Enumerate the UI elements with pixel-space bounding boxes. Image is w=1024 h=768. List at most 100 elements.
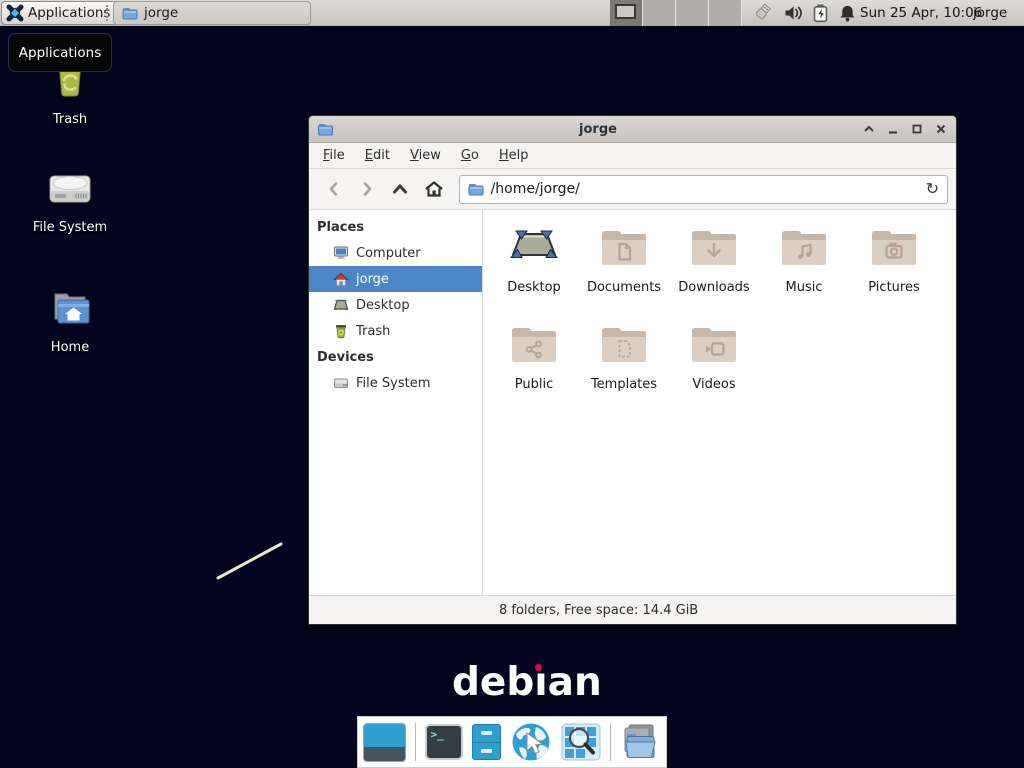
- menu-file[interactable]: File: [315, 145, 353, 166]
- notifications-bell-icon[interactable]: [838, 3, 857, 23]
- panel-clock[interactable]: Sun 25 Apr, 10:06: [860, 0, 982, 26]
- workspace-2[interactable]: [643, 0, 676, 26]
- pager-window-preview: [615, 4, 636, 19]
- top-panel: Applications jorge: [0, 0, 1024, 26]
- minimize-button[interactable]: [886, 122, 900, 136]
- sidebar-item-filesystem[interactable]: File System: [309, 370, 482, 396]
- web-browser-button[interactable]: [510, 721, 552, 763]
- workspace-3[interactable]: [676, 0, 709, 26]
- reload-icon[interactable]: ↻: [926, 181, 939, 197]
- file-cabinet-button[interactable]: [472, 724, 501, 760]
- home-button[interactable]: [417, 174, 450, 204]
- templates-folder-icon: [600, 321, 648, 373]
- dock: >_: [357, 716, 667, 768]
- forward-button[interactable]: [350, 174, 383, 204]
- window-titlebar[interactable]: jorge: [309, 116, 956, 143]
- workspace-4[interactable]: [709, 0, 742, 26]
- path-input[interactable]: /home/jorge/: [491, 181, 919, 197]
- sidebar-item-desktop[interactable]: Desktop: [309, 292, 482, 318]
- videos-folder-icon: [690, 321, 738, 373]
- statusbar-text: 8 folders, Free space: 14.4 GiB: [499, 603, 698, 618]
- desktop-icon-label: Home: [22, 340, 118, 355]
- removable-media-icon[interactable]: [750, 2, 774, 24]
- location-bar[interactable]: /home/jorge/ ↻: [459, 175, 948, 204]
- trash-icon: [333, 323, 349, 339]
- desktop-special-icon: [510, 224, 558, 276]
- folder-item-public[interactable]: Public: [489, 321, 579, 418]
- menu-help[interactable]: Help: [491, 145, 537, 166]
- maximize-button[interactable]: [910, 122, 924, 136]
- music-folder-icon: [780, 224, 828, 276]
- menubar: File Edit View Go Help: [309, 143, 956, 169]
- close-button[interactable]: [934, 122, 948, 136]
- applications-tooltip: Applications: [8, 33, 112, 72]
- applications-menu-button[interactable]: Applications: [1, 1, 118, 25]
- taskbar-folder-icon: [122, 6, 138, 21]
- show-desktop-button[interactable]: [363, 723, 406, 762]
- file-cabinet-icon: [472, 724, 501, 760]
- home-icon: [333, 271, 349, 287]
- workspace-1[interactable]: [610, 0, 643, 26]
- folder-label: Downloads: [678, 280, 749, 295]
- drive-icon: [333, 375, 349, 391]
- system-tray: [750, 0, 857, 26]
- terminal-button[interactable]: >_: [425, 724, 463, 760]
- file-manager-window: jorge File Edit View Go Help: [308, 115, 957, 625]
- folder-label: Templates: [591, 377, 657, 392]
- panel-grip[interactable]: [106, 5, 109, 21]
- path-folder-icon: [468, 182, 484, 197]
- desktop-icon-home[interactable]: Home: [22, 286, 118, 355]
- shade-button[interactable]: [862, 122, 876, 136]
- desktop-icon: [333, 297, 349, 313]
- desktop-icon-filesystem[interactable]: File System: [22, 166, 118, 235]
- folder-item-pictures[interactable]: Pictures: [849, 224, 939, 321]
- sidebar: Places Computer jo: [309, 210, 483, 595]
- folder-label: Public: [515, 377, 553, 392]
- file-manager-button[interactable]: [619, 722, 661, 762]
- file-view: Desktop Documents: [483, 210, 956, 595]
- sidebar-item-computer[interactable]: Computer: [309, 240, 482, 266]
- show-desktop-icon: [363, 723, 406, 762]
- sidebar-item-trash[interactable]: Trash: [309, 318, 482, 344]
- devices-header: Devices: [309, 344, 482, 370]
- file-manager-icon: [619, 722, 661, 762]
- up-button[interactable]: [384, 174, 417, 204]
- app-finder-icon: [561, 723, 601, 761]
- desktop: Trash File System Home de: [0, 0, 1024, 768]
- desktop-icon-label: Trash: [22, 112, 118, 127]
- sidebar-item-jorge[interactable]: jorge: [309, 266, 482, 292]
- back-button[interactable]: [317, 174, 350, 204]
- folder-item-music[interactable]: Music: [759, 224, 849, 321]
- pictures-folder-icon: [870, 224, 918, 276]
- public-folder-icon: [510, 321, 558, 373]
- folder-item-downloads[interactable]: Downloads: [669, 224, 759, 321]
- dock-separator: [610, 723, 611, 761]
- battery-icon[interactable]: [812, 3, 829, 23]
- taskbar-window-label: jorge: [144, 5, 178, 21]
- menu-go[interactable]: Go: [453, 145, 487, 166]
- taskbar-window-button[interactable]: jorge: [113, 1, 311, 25]
- panel-username: jorge: [973, 0, 1007, 26]
- menu-view[interactable]: View: [402, 145, 449, 166]
- folder-item-templates[interactable]: Templates: [579, 321, 669, 418]
- toolbar: /home/jorge/ ↻: [309, 169, 956, 210]
- home-folder-icon: [22, 286, 118, 334]
- app-finder-button[interactable]: [561, 723, 601, 761]
- desktop-icon-label: File System: [22, 220, 118, 235]
- drive-icon: [22, 166, 118, 214]
- folder-label: Videos: [692, 377, 735, 392]
- statusbar: 8 folders, Free space: 14.4 GiB: [309, 595, 956, 624]
- computer-icon: [333, 245, 349, 261]
- folder-label: Documents: [587, 280, 661, 295]
- workspace-pager: [610, 0, 742, 26]
- menu-edit[interactable]: Edit: [357, 145, 398, 166]
- folder-item-documents[interactable]: Documents: [579, 224, 669, 321]
- debian-logo: debıan: [452, 660, 602, 705]
- folder-label: Music: [786, 280, 823, 295]
- volume-icon[interactable]: [783, 3, 803, 23]
- folder-item-desktop[interactable]: Desktop: [489, 224, 579, 321]
- xfce-logo-icon: [6, 4, 24, 22]
- terminal-icon: >_: [425, 724, 463, 760]
- folder-item-videos[interactable]: Videos: [669, 321, 759, 418]
- stray-line-artifact: [210, 538, 290, 586]
